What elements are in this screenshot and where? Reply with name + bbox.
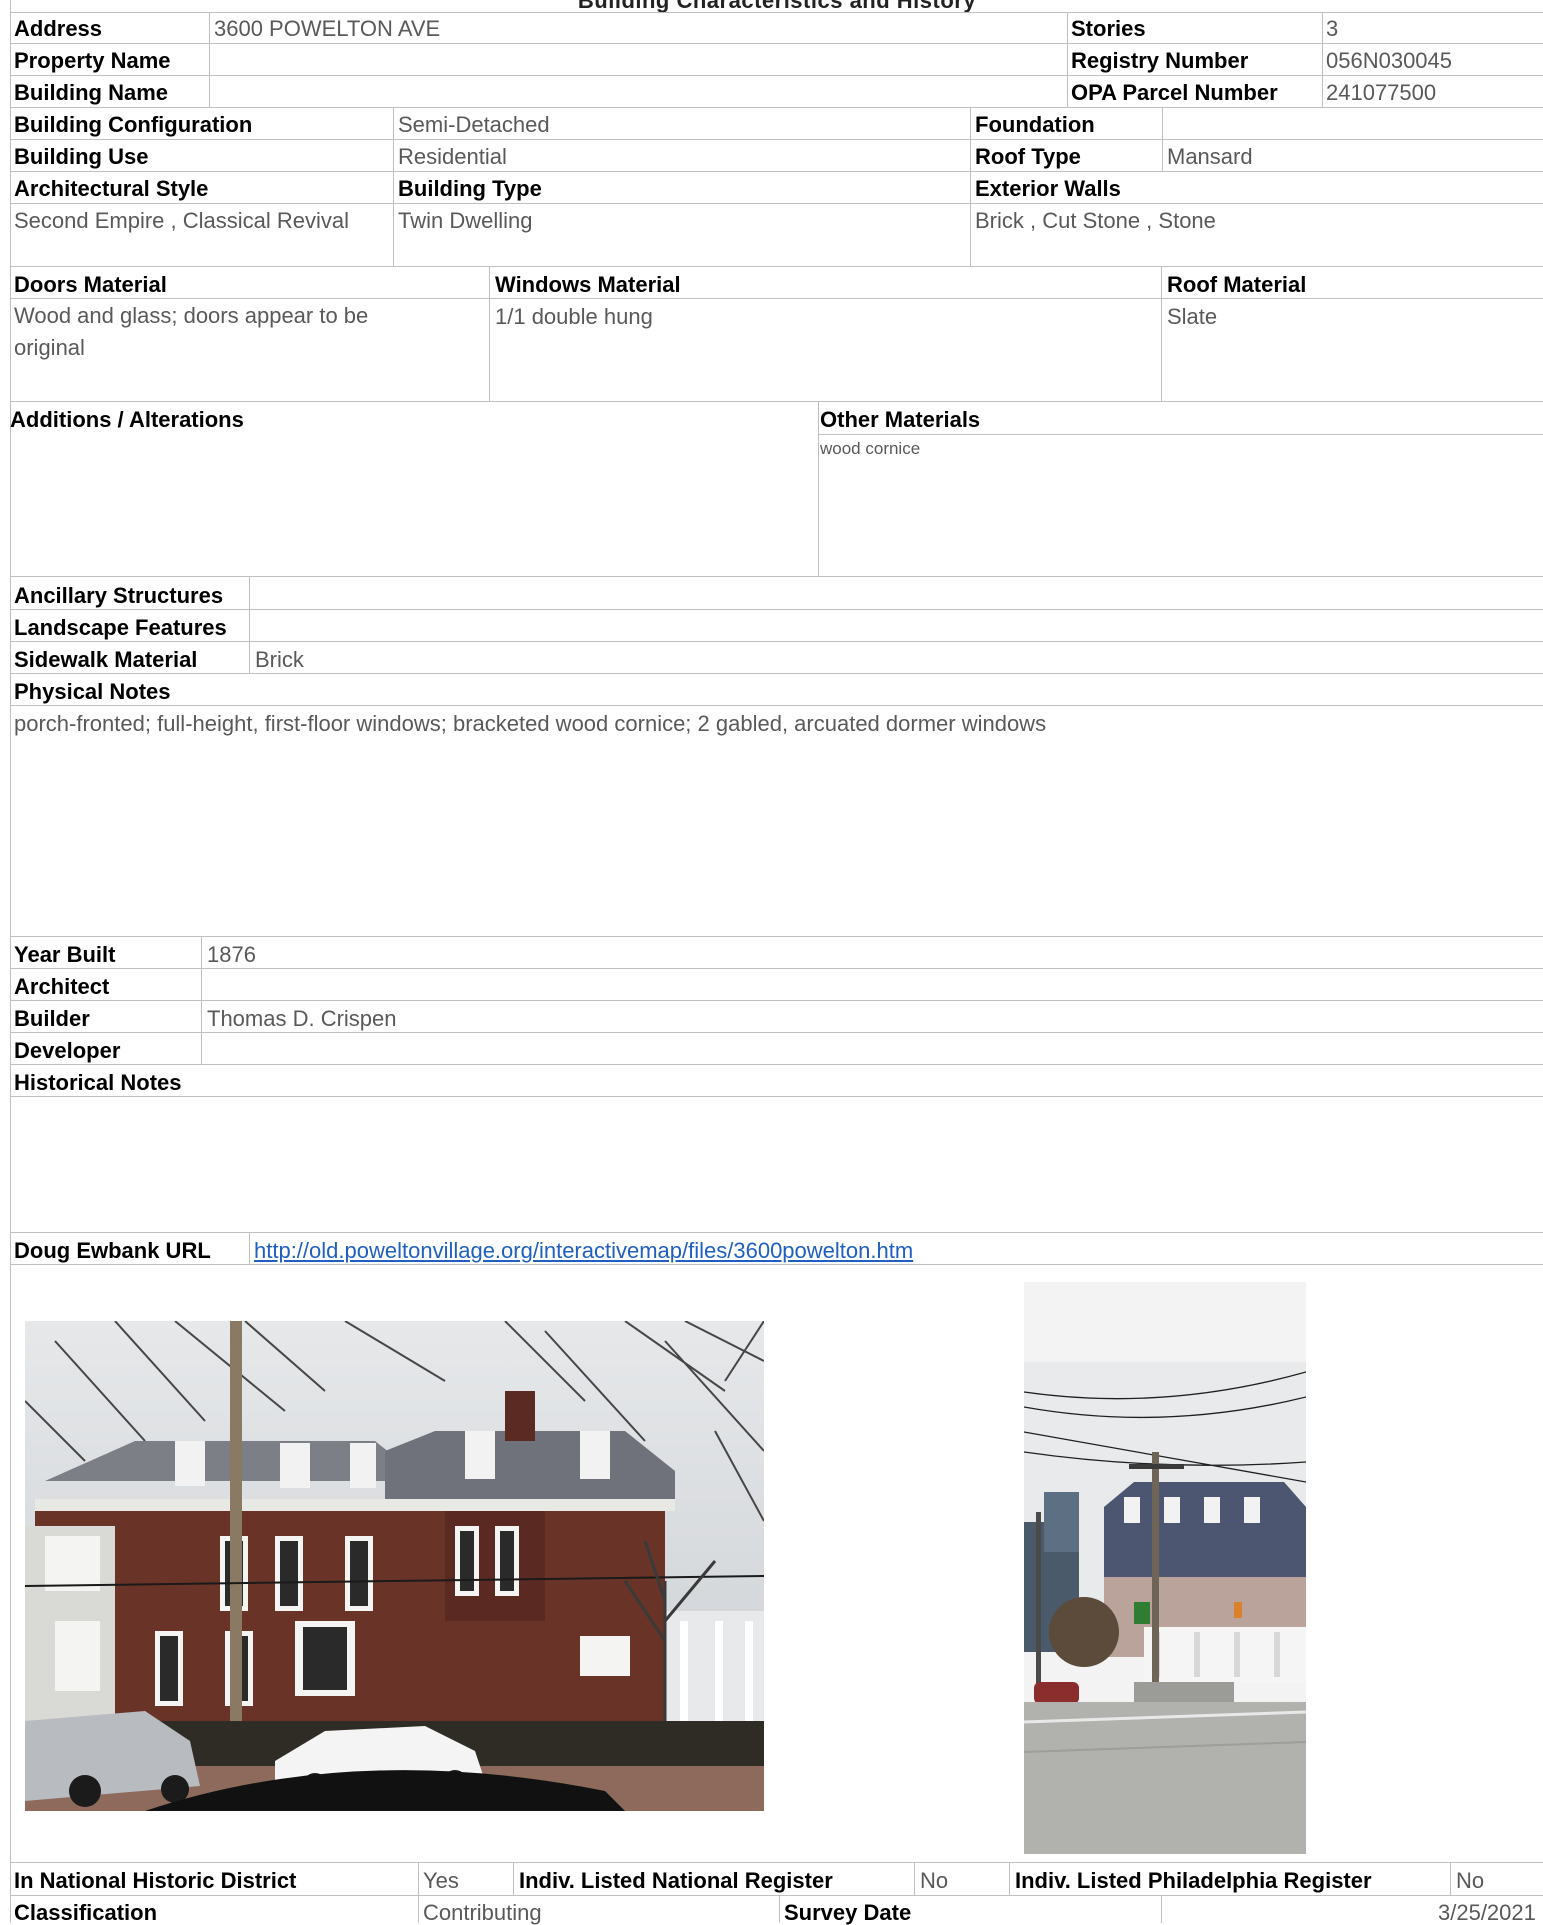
physical-notes-label: Physical Notes [14,679,171,704]
registry-number-label: Registry Number [1071,48,1249,73]
national-register-label: Indiv. Listed National Register [519,1868,833,1893]
page-title-cropped: Building Characteristics and History [10,0,1543,12]
philadelphia-register-value: No [1456,1868,1485,1893]
roof-type-value: Mansard [1167,144,1253,169]
year-built-value: 1876 [207,942,256,967]
other-materials-label: Other Materials [820,407,981,432]
windows-material-label: Windows Material [495,272,681,297]
registry-number-value: 056N030045 [1326,48,1453,73]
address-label: Address [14,16,103,41]
exterior-walls-label: Exterior Walls [975,176,1121,201]
survey-date-value: 3/25/2021 [1438,1900,1536,1925]
classification-label: Classification [14,1900,158,1925]
philadelphia-register-label: Indiv. Listed Philadelphia Register [1015,1868,1372,1893]
builder-value: Thomas D. Crispen [207,1006,397,1031]
roof-material-value: Slate [1167,304,1218,329]
building-configuration-label: Building Configuration [14,112,253,137]
doug-ewbank-url-link[interactable]: http://old.poweltonvillage.org/interacti… [254,1240,913,1262]
national-historic-district-value: Yes [423,1868,459,1893]
building-configuration-value: Semi-Detached [398,112,550,137]
sidewalk-material-value: Brick [255,647,304,672]
stories-value: 3 [1326,16,1339,41]
survey-form: Building Characteristics and History [0,0,1543,1925]
sidewalk-material-label: Sidewalk Material [14,647,198,672]
developer-label: Developer [14,1038,121,1063]
doors-material-value: Wood and glass; doors appear to be origi… [14,303,369,360]
other-materials-value: wood cornice [820,439,921,458]
architectural-style-value: Second Empire , Classical Revival [14,208,350,233]
physical-notes-value: porch-fronted; full-height, first-floor … [14,711,1047,736]
roof-type-label: Roof Type [975,144,1081,169]
doug-ewbank-url-label: Doug Ewbank URL [14,1238,211,1263]
builder-label: Builder [14,1006,90,1031]
opa-parcel-value: 241077500 [1326,80,1437,105]
roof-material-label: Roof Material [1167,272,1307,297]
landscape-features-label: Landscape Features [14,615,227,640]
foundation-label: Foundation [975,112,1095,137]
year-built-label: Year Built [14,942,116,967]
historical-notes-label: Historical Notes [14,1070,182,1095]
building-use-label: Building Use [14,144,149,169]
national-historic-district-label: In National Historic District [14,1868,297,1893]
architect-label: Architect [14,974,110,999]
survey-date-label: Survey Date [784,1900,912,1925]
property-name-label: Property Name [14,48,171,73]
ancillary-structures-label: Ancillary Structures [14,583,224,608]
street-corner-photo [1024,1282,1306,1854]
architectural-style-label: Architectural Style [14,176,209,201]
windows-material-value: 1/1 double hung [495,304,653,329]
classification-value: Contributing [423,1900,542,1925]
building-front-photo [25,1321,764,1811]
address-value: 3600 POWELTON AVE [214,16,441,41]
building-use-value: Residential [398,144,507,169]
building-type-label: Building Type [398,176,542,201]
national-register-value: No [920,1868,949,1893]
opa-parcel-label: OPA Parcel Number [1071,80,1278,105]
additions-alterations-label: Additions / Alterations [10,407,244,432]
stories-label: Stories [1071,16,1146,41]
building-type-value: Twin Dwelling [398,208,533,233]
exterior-walls-value: Brick , Cut Stone , Stone [975,208,1216,233]
doors-material-label: Doors Material [14,272,167,297]
building-name-label: Building Name [14,80,169,105]
